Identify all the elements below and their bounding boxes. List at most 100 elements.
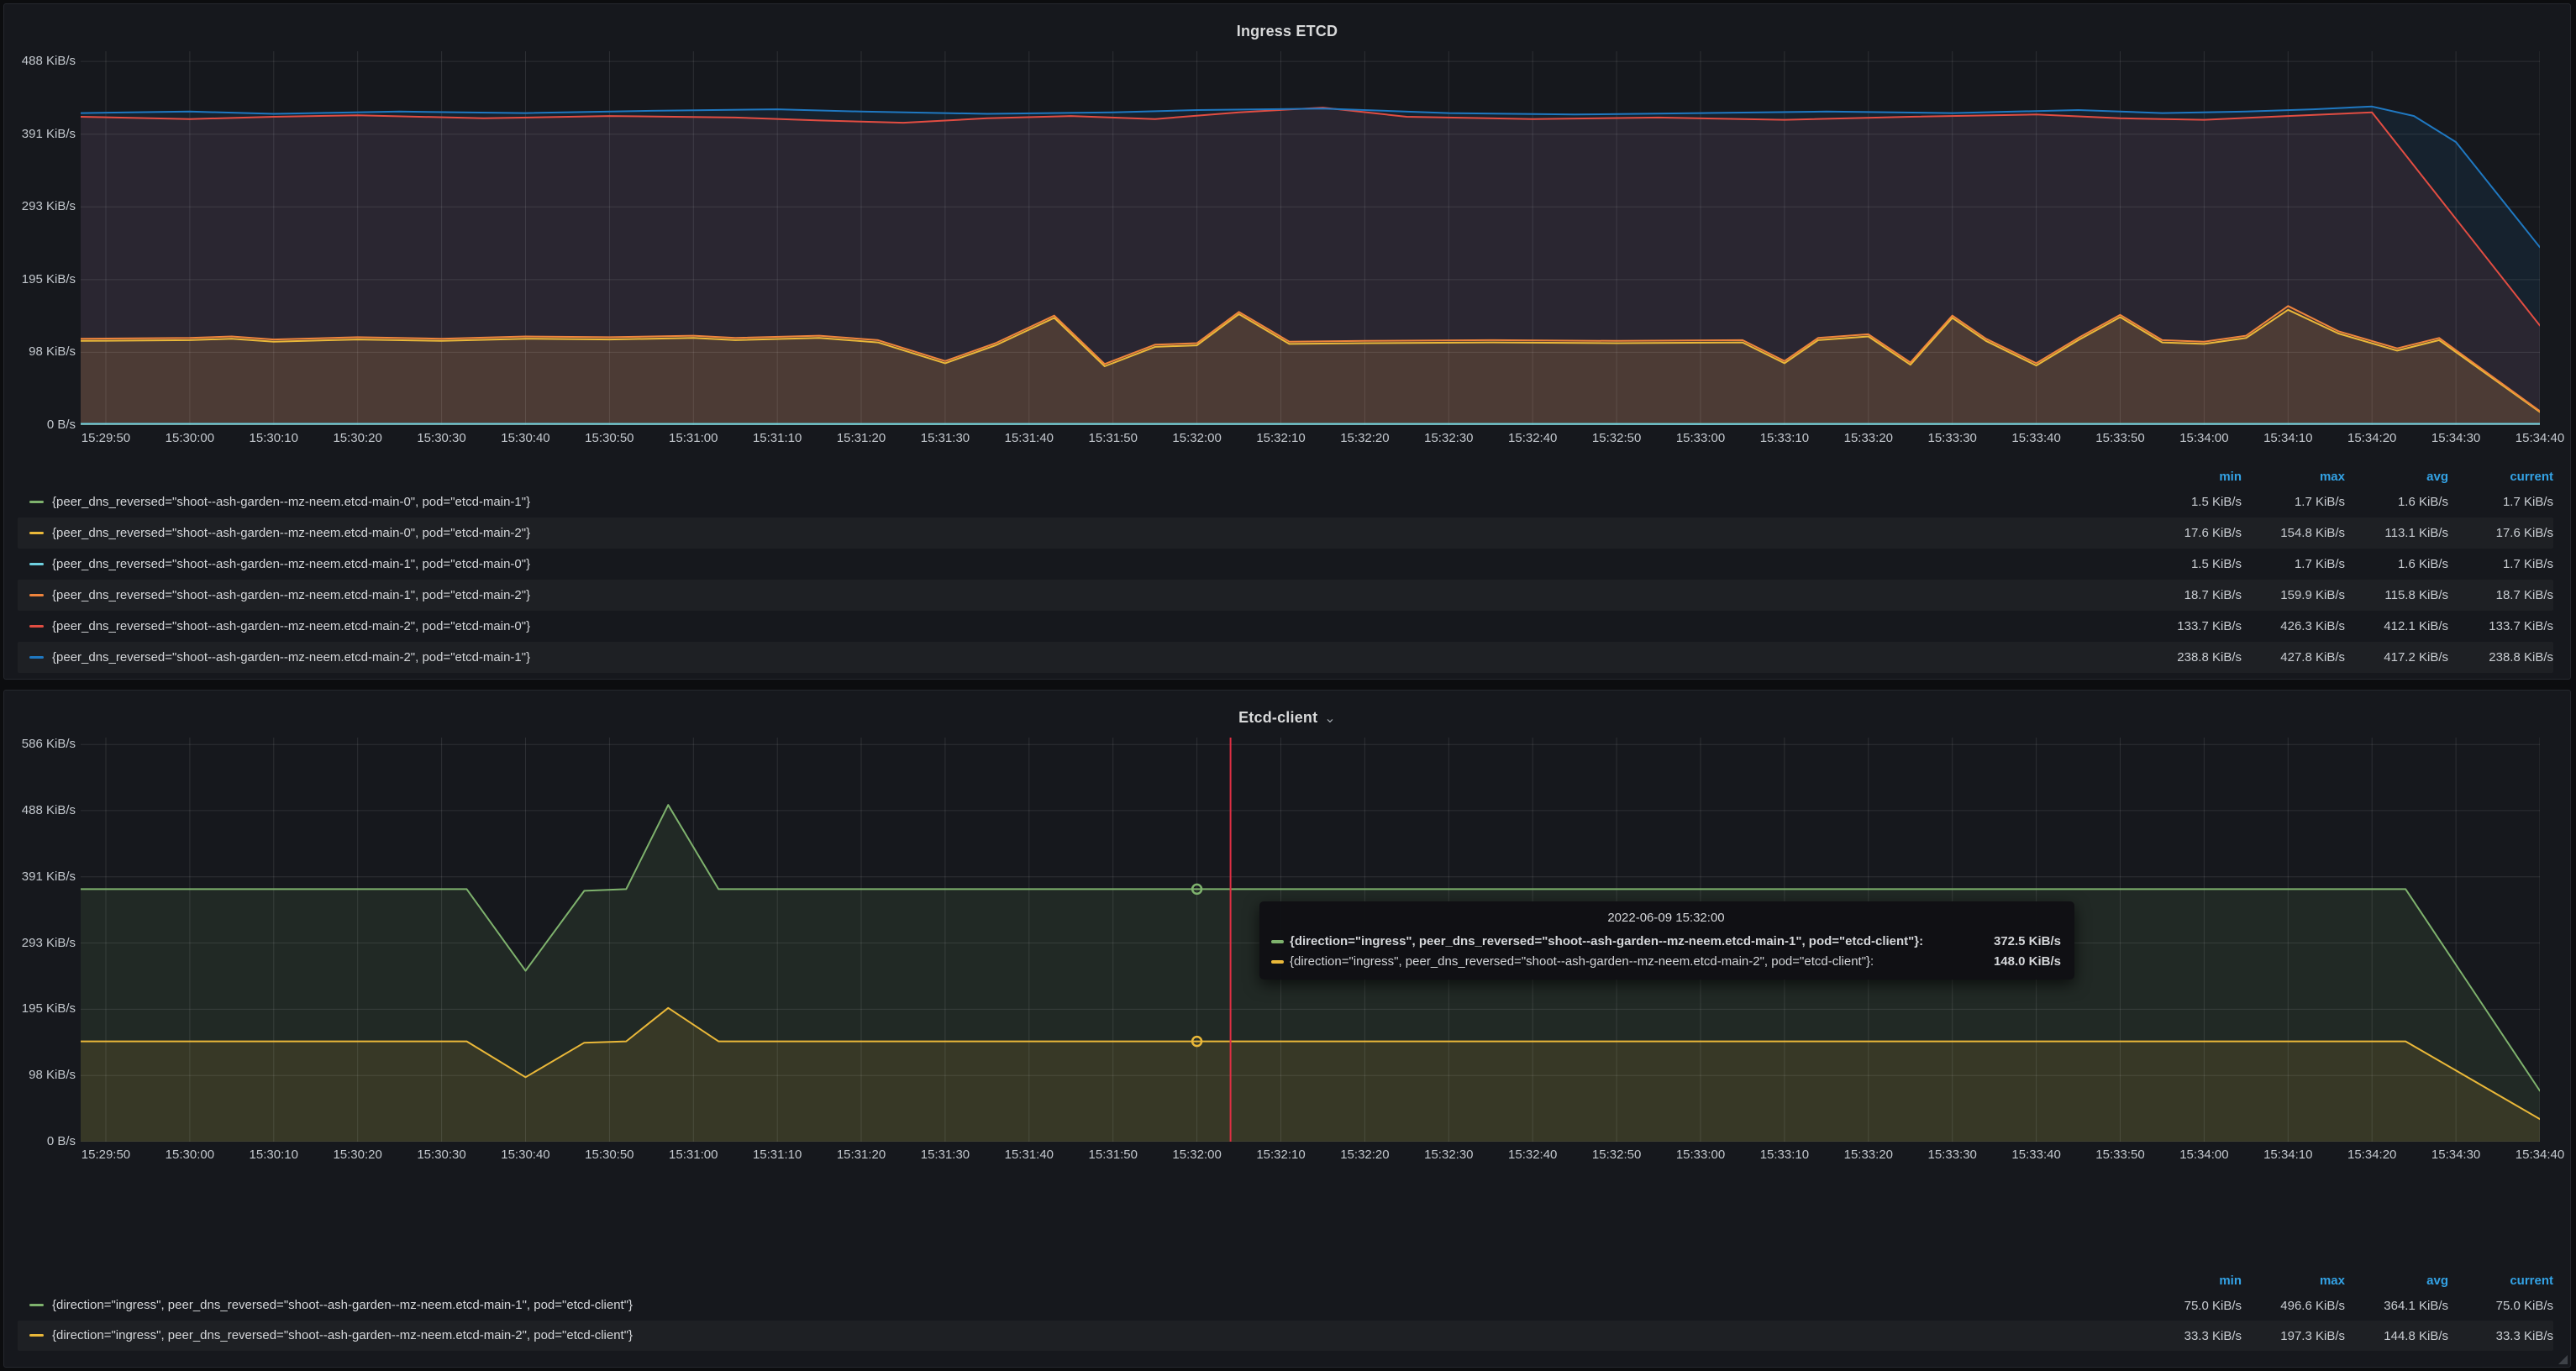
panel-title[interactable]: Ingress ETCD: [4, 23, 2570, 40]
legend-series-cell: {peer_dns_reversed="shoot--ash-garden--m…: [18, 526, 2138, 541]
x-axis-tick-label: 15:34:00: [2163, 431, 2244, 445]
series-color-swatch[interactable]: [29, 625, 44, 628]
x-axis-tick-label: 15:33:00: [1660, 1148, 1741, 1162]
grafana-dashboard: { "theme": { "page_bg": "#0c0d0f", "pane…: [0, 0, 2576, 1371]
series-color-swatch: [1271, 940, 1284, 943]
x-axis-tick-label: 15:31:20: [821, 431, 902, 445]
legend-series-label[interactable]: {direction="ingress", peer_dns_reversed=…: [52, 1328, 633, 1342]
legend-stat-min: 33.3 KiB/s: [2138, 1329, 2242, 1343]
x-axis-tick-label: 15:31:20: [821, 1148, 902, 1162]
x-axis-tick-label: 15:33:10: [1744, 1148, 1825, 1162]
legend-header-avg[interactable]: avg: [2345, 1274, 2448, 1288]
legend-series-label[interactable]: {peer_dns_reversed="shoot--ash-garden--m…: [52, 557, 530, 571]
legend-series-label[interactable]: {peer_dns_reversed="shoot--ash-garden--m…: [52, 495, 530, 509]
legend-series-label[interactable]: {peer_dns_reversed="shoot--ash-garden--m…: [52, 650, 530, 664]
x-axis: 15:29:5015:30:0015:30:1015:30:2015:30:30…: [4, 431, 2570, 449]
y-axis-tick-label: 391 KiB/s: [22, 127, 76, 141]
legend-stat-avg: 412.1 KiB/s: [2345, 619, 2448, 633]
legend-series-cell: {peer_dns_reversed="shoot--ash-garden--m…: [18, 619, 2138, 634]
panel-title-text[interactable]: Etcd-client: [1238, 709, 1317, 726]
legend-row: {peer_dns_reversed="shoot--ash-garden--m…: [18, 611, 2553, 642]
x-axis-tick-label: 15:29:50: [66, 431, 146, 445]
panel-title-text[interactable]: Ingress ETCD: [1237, 23, 1338, 39]
x-axis-tick-label: 15:32:00: [1157, 1148, 1238, 1162]
legend-header-max[interactable]: max: [2242, 1274, 2345, 1288]
legend-header-current[interactable]: current: [2448, 470, 2553, 484]
legend-row: {direction="ingress", peer_dns_reversed=…: [18, 1290, 2553, 1321]
legend-stat-max: 1.7 KiB/s: [2242, 495, 2345, 509]
legend-stat-max: 427.8 KiB/s: [2242, 650, 2345, 664]
legend: minmaxavgcurrent {direction="ingress", pe…: [18, 1270, 2553, 1351]
legend-series-cell: {direction="ingress", peer_dns_reversed=…: [18, 1298, 2138, 1313]
y-axis-tick-label: 0 B/s: [47, 418, 76, 432]
legend-row: {peer_dns_reversed="shoot--ash-garden--m…: [18, 549, 2553, 580]
x-axis-tick-label: 15:32:40: [1492, 431, 1573, 445]
legend: minmaxavgcurrent {peer_dns_reversed="shoo…: [18, 466, 2553, 673]
tooltip-row: {direction="ingress", peer_dns_reversed=…: [1271, 934, 2061, 948]
legend-row: {peer_dns_reversed="shoot--ash-garden--m…: [18, 486, 2553, 517]
x-axis-tick-label: 15:32:10: [1241, 1148, 1322, 1162]
legend-header-min[interactable]: min: [2138, 470, 2242, 484]
legend-stat-max: 496.6 KiB/s: [2242, 1299, 2345, 1313]
legend-series-label[interactable]: {peer_dns_reversed="shoot--ash-garden--m…: [52, 588, 530, 602]
legend-series-cell: {peer_dns_reversed="shoot--ash-garden--m…: [18, 588, 2138, 603]
legend-row: {peer_dns_reversed="shoot--ash-garden--m…: [18, 517, 2553, 549]
x-axis-tick-label: 15:31:30: [905, 1148, 986, 1162]
x-axis-tick-label: 15:34:20: [2332, 431, 2412, 445]
x-axis-tick-label: 15:30:10: [234, 1148, 314, 1162]
legend-row: {peer_dns_reversed="shoot--ash-garden--m…: [18, 642, 2553, 673]
legend-series-label[interactable]: {direction="ingress", peer_dns_reversed=…: [52, 1298, 633, 1312]
x-axis-tick-label: 15:33:10: [1744, 431, 1825, 445]
panel-etcd-client: Etcd-client⌄ 0 B/s98 KiB/s195 KiB/s293 K…: [3, 690, 2571, 1368]
series-area-5: [81, 107, 2540, 425]
legend-header-max[interactable]: max: [2242, 470, 2345, 484]
y-axis-tick-label: 195 KiB/s: [22, 272, 76, 286]
tooltip-series-label: {direction="ingress", peer_dns_reversed=…: [1290, 934, 1977, 948]
time-series-plot[interactable]: [81, 51, 2540, 425]
x-axis-tick-label: 15:29:50: [66, 1148, 146, 1162]
series-color-swatch[interactable]: [29, 1334, 44, 1337]
y-axis-tick-label: 0 B/s: [47, 1134, 76, 1148]
legend-stat-min: 17.6 KiB/s: [2138, 526, 2242, 540]
x-axis-tick-label: 15:33:40: [1996, 1148, 2077, 1162]
x-axis-tick-label: 15:32:00: [1157, 431, 1238, 445]
legend-stat-avg: 364.1 KiB/s: [2345, 1299, 2448, 1313]
series-color-swatch[interactable]: [29, 501, 44, 503]
x-axis-tick-label: 15:33:30: [1912, 431, 1993, 445]
legend-stat-avg: 417.2 KiB/s: [2345, 650, 2448, 664]
chevron-down-icon[interactable]: ⌄: [1324, 712, 1336, 726]
x-axis-tick-label: 15:33:20: [1828, 431, 1909, 445]
legend-row: {peer_dns_reversed="shoot--ash-garden--m…: [18, 580, 2553, 611]
series-color-swatch[interactable]: [29, 594, 44, 596]
x-axis-tick-label: 15:31:40: [989, 431, 1070, 445]
tooltip-series-value: 148.0 KiB/s: [1994, 954, 2061, 969]
y-axis: 0 B/s98 KiB/s195 KiB/s293 KiB/s391 KiB/s…: [4, 691, 76, 1367]
series-color-swatch[interactable]: [29, 656, 44, 659]
legend-header-current[interactable]: current: [2448, 1274, 2553, 1288]
x-axis-tick-label: 15:34:00: [2163, 1148, 2244, 1162]
legend-series-label[interactable]: {peer_dns_reversed="shoot--ash-garden--m…: [52, 526, 530, 540]
legend-header-min[interactable]: min: [2138, 1274, 2242, 1288]
y-axis-tick-label: 586 KiB/s: [22, 737, 76, 751]
legend-header-avg[interactable]: avg: [2345, 470, 2448, 484]
x-axis-tick-label: 15:33:50: [2080, 431, 2161, 445]
series-color-swatch[interactable]: [29, 1304, 44, 1306]
y-axis-tick-label: 488 KiB/s: [22, 803, 76, 817]
series-color-swatch[interactable]: [29, 532, 44, 534]
legend-series-cell: {direction="ingress", peer_dns_reversed=…: [18, 1328, 2138, 1343]
legend-stat-avg: 115.8 KiB/s: [2345, 588, 2448, 602]
x-axis-tick-label: 15:32:50: [1576, 431, 1657, 445]
x-axis-tick-label: 15:33:40: [1996, 431, 2077, 445]
x-axis-tick-label: 15:32:40: [1492, 1148, 1573, 1162]
series-color-swatch[interactable]: [29, 563, 44, 565]
x-axis-tick-label: 15:34:20: [2332, 1148, 2412, 1162]
legend-series-label[interactable]: {peer_dns_reversed="shoot--ash-garden--m…: [52, 619, 530, 633]
panel-title[interactable]: Etcd-client ⌄: [4, 709, 2570, 727]
legend-stat-current: 17.6 KiB/s: [2448, 526, 2553, 540]
x-axis-tick-label: 15:34:40: [2500, 1148, 2576, 1162]
y-axis-tick-label: 98 KiB/s: [29, 1068, 76, 1082]
legend-stat-current: 18.7 KiB/s: [2448, 588, 2553, 602]
x-axis-tick-label: 15:31:40: [989, 1148, 1070, 1162]
panel-resize-handle[interactable]: [2558, 1355, 2568, 1364]
x-axis-tick-label: 15:32:30: [1408, 431, 1489, 445]
